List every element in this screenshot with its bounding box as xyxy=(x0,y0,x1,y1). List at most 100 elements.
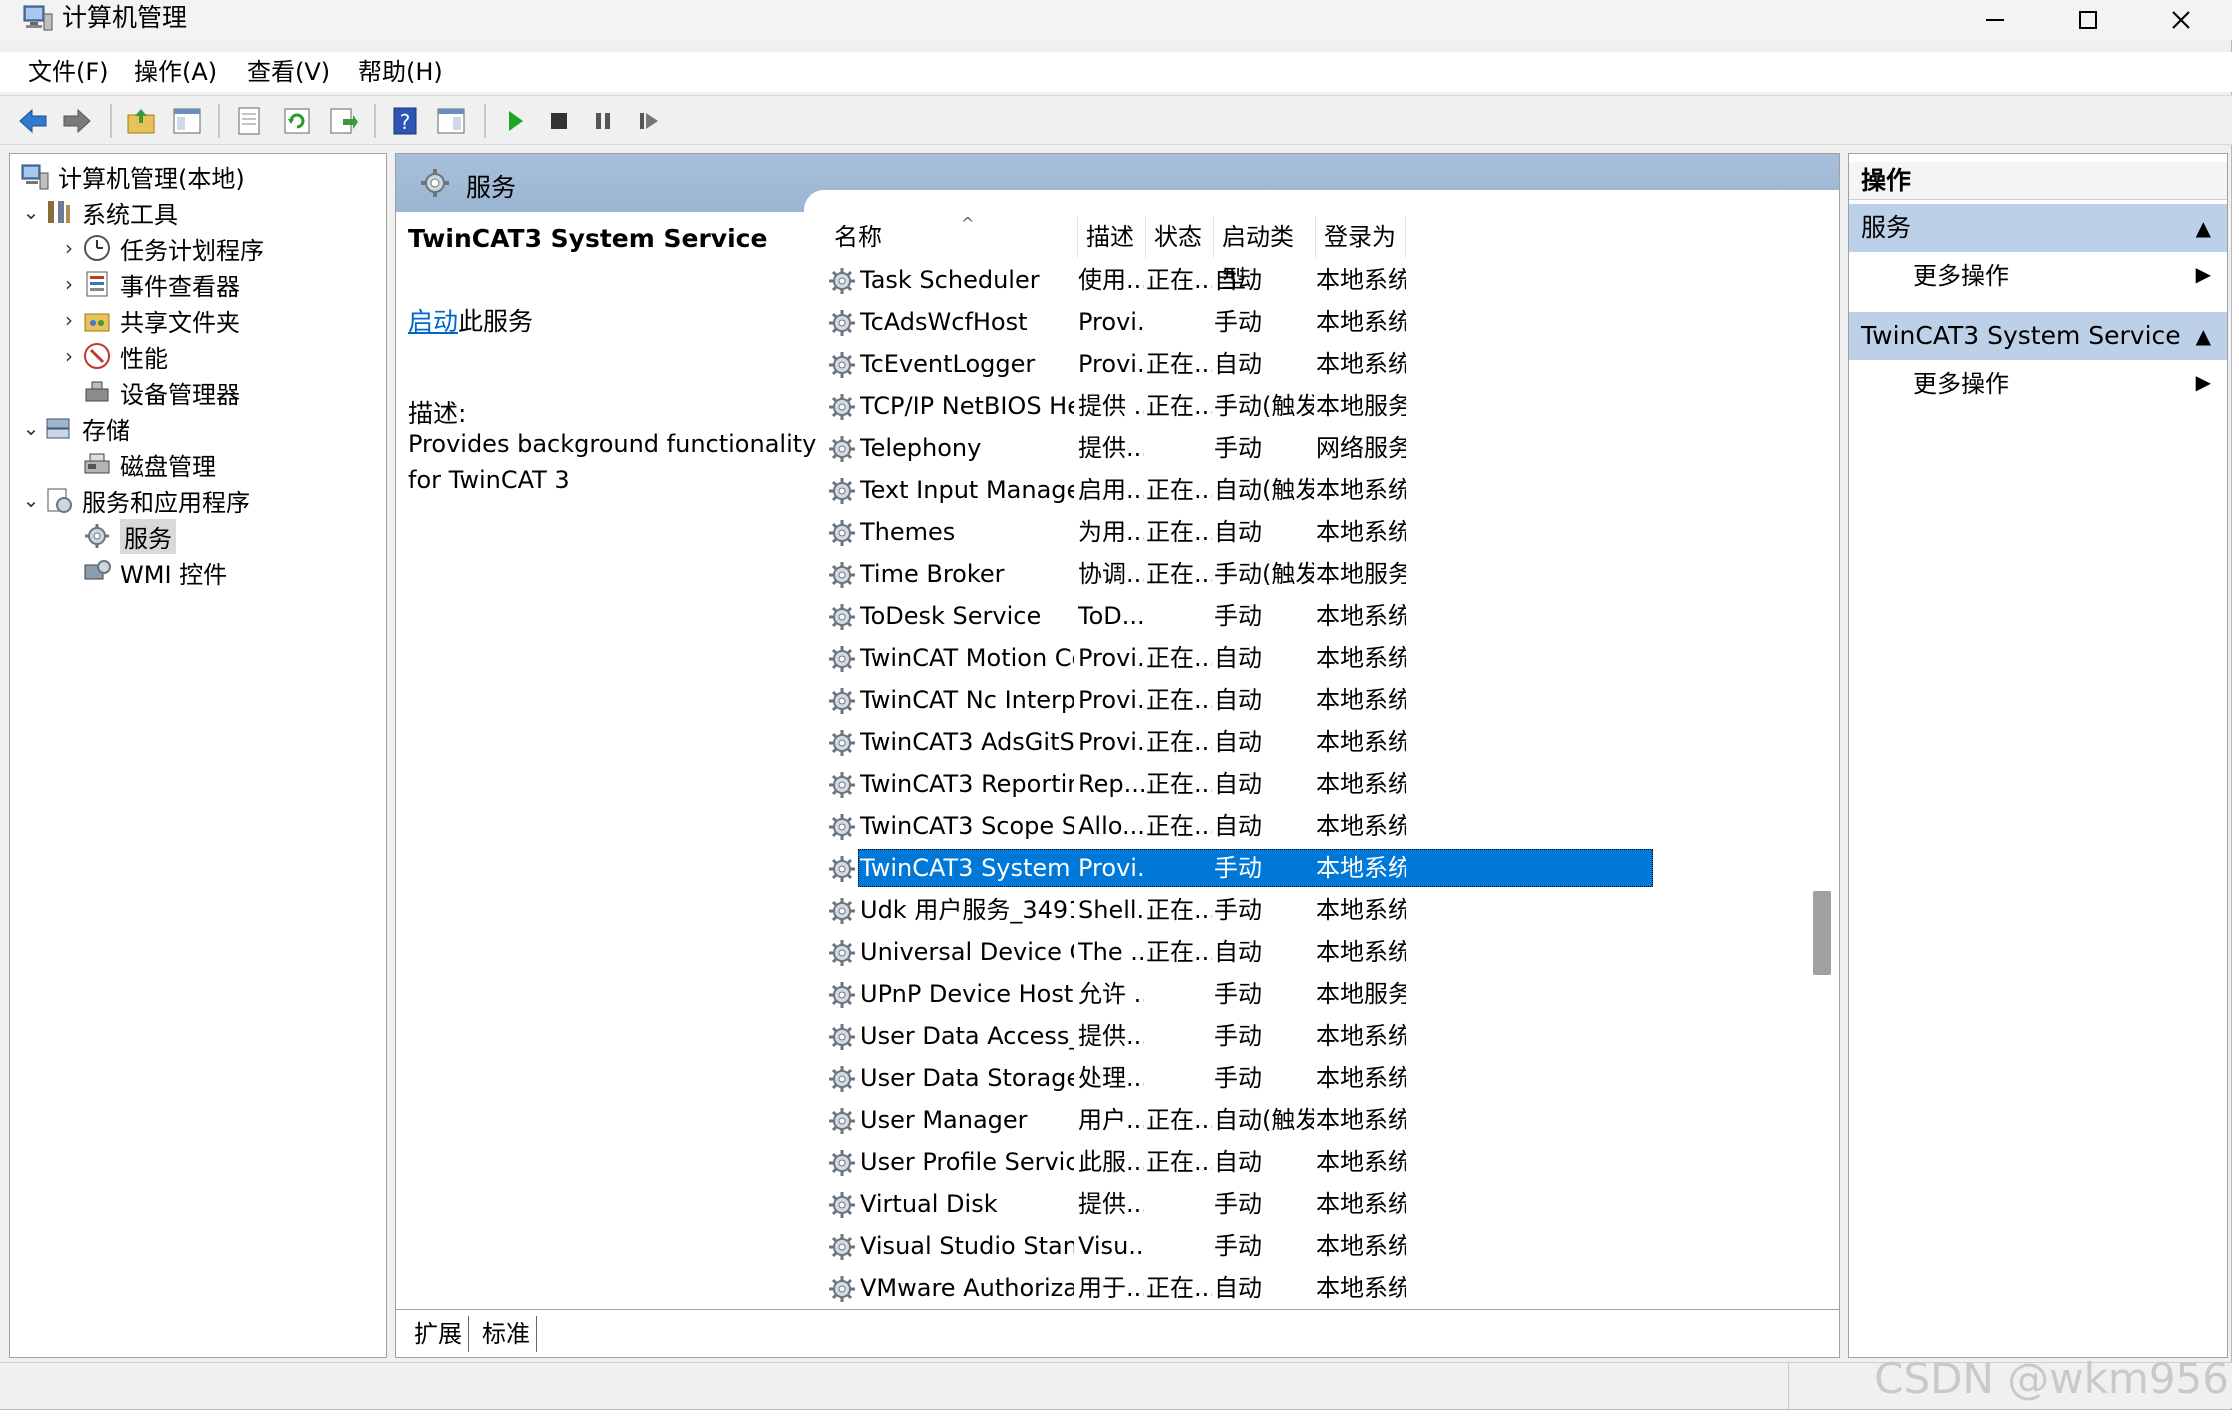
table-row[interactable]: TwinCAT3 System ServiceProvi... 手动 本地系统 xyxy=(826,847,1656,889)
collapse-icon[interactable]: ▲ xyxy=(2196,204,2211,252)
chevron-right-icon[interactable]: › xyxy=(58,272,80,296)
row-description: 此服... xyxy=(1078,1148,1144,1176)
tree-item[interactable]: 服务 xyxy=(58,518,176,554)
row-startup-type: 自动 xyxy=(1214,1274,1262,1302)
tree-item-label: WMI 控件 xyxy=(120,560,228,589)
close-button[interactable] xyxy=(2136,0,2226,40)
column-header-logon-as[interactable]: 登录为 xyxy=(1316,216,1406,258)
tree-item[interactable]: › 事件查看器 xyxy=(58,266,240,302)
table-row[interactable]: TcEventLogger Provi...正在...自动 本地系统 xyxy=(826,343,1656,385)
maximize-button[interactable] xyxy=(2043,0,2133,40)
row-logon-as: 本地系统 xyxy=(1316,518,1406,546)
table-row[interactable]: Task Scheduler 使用... 正在... 自动 本地系统 xyxy=(826,259,1656,301)
show-hide-tree-icon[interactable] xyxy=(170,104,204,138)
chevron-right-icon[interactable]: › xyxy=(58,344,80,368)
action-pane-icon[interactable] xyxy=(434,104,468,138)
service-gear-icon xyxy=(826,349,858,381)
table-row[interactable]: User Data Storage_349181...处理... 手动 本地系统 xyxy=(826,1057,1656,1099)
table-row[interactable]: TwinCAT Nc InterpreterProvi...正在...自动 本地系… xyxy=(826,679,1656,721)
table-row[interactable]: ToDesk Service ToD... 手动 本地系统 xyxy=(826,595,1656,637)
forward-icon[interactable] xyxy=(60,104,94,138)
chevron-down-icon[interactable]: ⌄ xyxy=(20,416,42,440)
storage-icon xyxy=(42,412,76,444)
row-name: Time Broker xyxy=(860,560,1005,588)
row-status: 正在... xyxy=(1146,686,1212,714)
chevron-right-icon[interactable]: › xyxy=(58,308,80,332)
row-name: Text Input Management S... xyxy=(860,476,1074,504)
help-icon[interactable]: ? xyxy=(388,104,422,138)
computer-management-icon xyxy=(22,4,54,32)
menu-file[interactable]: 文件(F) xyxy=(28,56,109,88)
tab-standard[interactable]: 标准 xyxy=(476,1316,537,1352)
column-header-status[interactable]: 状态 xyxy=(1146,216,1214,258)
tree-item[interactable]: › 共享文件夹 xyxy=(58,302,240,338)
table-row[interactable]: TwinCAT Motion Control G...Provi...正在...… xyxy=(826,637,1656,679)
row-description: Shell... xyxy=(1078,896,1144,924)
table-row[interactable]: VMware Authorization Ser...用于...正在...自动 本… xyxy=(826,1267,1656,1309)
row-name: Universal Device Client Ser... xyxy=(860,938,1074,966)
export-list-icon[interactable] xyxy=(326,104,360,138)
table-row[interactable]: User Manager 用户...正在...自动(触发...本地系统 xyxy=(826,1099,1656,1141)
up-folder-icon[interactable] xyxy=(124,104,158,138)
refresh-icon[interactable] xyxy=(280,104,314,138)
tab-extended[interactable]: 扩展 xyxy=(408,1316,469,1352)
table-row[interactable]: TCP/IP NetBIOS Helper提供 ...正在...手动(触发...… xyxy=(826,385,1656,427)
tree-item[interactable]: WMI 控件 xyxy=(58,554,227,590)
service-gear-icon xyxy=(826,1189,858,1221)
chevron-down-icon[interactable]: ⌄ xyxy=(20,200,42,224)
column-header-description[interactable]: 描述 xyxy=(1078,216,1146,258)
table-row[interactable]: Virtual Disk 提供... 手动 本地系统 xyxy=(826,1183,1656,1225)
table-row[interactable]: TcAdsWcfHost Provi... 手动 本地系统 xyxy=(826,301,1656,343)
tree-root[interactable]: 计算机管理(本地) xyxy=(18,158,245,194)
row-logon-as: 本地系统 xyxy=(1316,770,1406,798)
start-service-icon[interactable] xyxy=(498,104,532,138)
service-gear-icon xyxy=(826,979,858,1011)
table-row[interactable]: Text Input Management S...启用...正在...自动(触… xyxy=(826,469,1656,511)
column-header-startup-type[interactable]: 启动类型 xyxy=(1214,216,1316,293)
tree-item[interactable]: 设备管理器 xyxy=(58,374,240,410)
table-row[interactable]: Telephony 提供... 手动 网络服务 xyxy=(826,427,1656,469)
properties-icon[interactable] xyxy=(232,104,266,138)
table-row[interactable]: Universal Device Client Ser...The ...正在.… xyxy=(826,931,1656,973)
selected-service-name: TwinCAT3 System Service xyxy=(408,224,768,253)
start-service-link[interactable]: 启动 xyxy=(408,307,458,336)
table-row[interactable]: User Profile Service 此服... 正在... 自动 本地系统 xyxy=(826,1141,1656,1183)
menu-help[interactable]: 帮助(H) xyxy=(358,56,443,88)
table-row[interactable]: TwinCAT3 Reporting ServerRep...正在...自动 本地… xyxy=(826,763,1656,805)
table-row[interactable]: UPnP Device Host允许 ... 手动 本地服务 xyxy=(826,973,1656,1015)
tree-item[interactable]: 磁盘管理 xyxy=(58,446,216,482)
table-row[interactable]: User Data Access_34918172提供... 手动 本地系统 xyxy=(826,1015,1656,1057)
menu-action[interactable]: 操作(A) xyxy=(134,56,217,88)
tree-item[interactable]: › 性能 xyxy=(58,338,168,374)
tree-item[interactable]: ⌄ 系统工具 xyxy=(20,194,178,230)
tree-item[interactable]: ⌄ 服务和应用程序 xyxy=(20,482,250,518)
minimize-button[interactable] xyxy=(1950,0,2040,40)
table-row[interactable]: Themes 为用... 正在... 自动 本地系统 xyxy=(826,511,1656,553)
service-gear-icon xyxy=(826,1063,858,1095)
back-icon[interactable] xyxy=(16,104,50,138)
scrollbar-thumb[interactable] xyxy=(1813,891,1831,975)
restart-service-icon[interactable] xyxy=(632,104,666,138)
action-section-selected-service[interactable]: TwinCAT3 System Service ▲ xyxy=(1849,312,2227,360)
table-row[interactable]: Udk 用户服务_34918172Shell...正在...手动 本地系统 xyxy=(826,889,1656,931)
row-description: Allo... xyxy=(1078,812,1144,840)
column-header-name[interactable]: 名称 xyxy=(826,216,1078,258)
pause-service-icon[interactable] xyxy=(586,104,620,138)
tree-item[interactable]: › 任务计划程序 xyxy=(58,230,264,266)
action-section-services[interactable]: 服务 ▲ xyxy=(1849,204,2227,252)
chevron-right-icon[interactable]: › xyxy=(58,236,80,260)
tree-item[interactable]: ⌄ 存储 xyxy=(20,410,130,446)
menu-view[interactable]: 查看(V) xyxy=(247,56,330,88)
more-actions-services[interactable]: 更多操作 xyxy=(1913,256,2009,296)
table-row[interactable]: Time Broker 协调...正在...手动(触发...本地服务 xyxy=(826,553,1656,595)
chevron-down-icon[interactable]: ⌄ xyxy=(20,488,42,512)
table-row[interactable]: TwinCAT3 AdsGitServerProvi...正在...自动 本地系统 xyxy=(826,721,1656,763)
stop-service-icon[interactable] xyxy=(542,104,576,138)
collapse-icon[interactable]: ▲ xyxy=(2196,312,2211,360)
more-actions-selected-service[interactable]: 更多操作 xyxy=(1913,364,2009,404)
table-row[interactable]: TwinCAT3 Scope ServerAllo...正在...自动 本地系统 xyxy=(826,805,1656,847)
row-startup-type: 自动 xyxy=(1214,266,1262,294)
vertical-scrollbar[interactable] xyxy=(1811,214,1831,1304)
menu-bar: 文件(F) 操作(A) 查看(V) 帮助(H) xyxy=(0,52,2232,92)
table-row[interactable]: Visual Studio Standard Coll...Visu... 手动 本… xyxy=(826,1225,1656,1267)
